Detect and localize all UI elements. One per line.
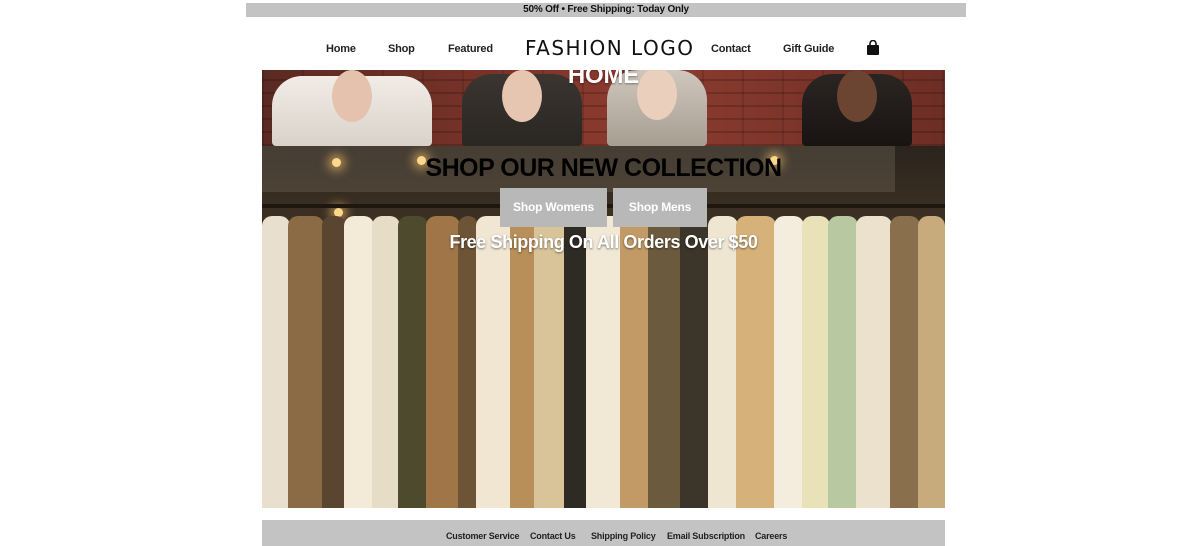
nav-gift-guide[interactable]: Gift Guide bbox=[783, 43, 834, 55]
shop-mens-button[interactable]: Shop Mens bbox=[613, 188, 707, 227]
promo-text: 50% Off • Free Shipping: Today Only bbox=[523, 4, 689, 15]
footer-link-customer-service[interactable]: Customer Service bbox=[446, 531, 520, 541]
page-title: HOME bbox=[567, 70, 640, 89]
site-logo[interactable]: FASHION LOGO bbox=[525, 36, 694, 60]
promo-bar: 50% Off • Free Shipping: Today Only bbox=[246, 3, 966, 17]
shopping-bag-icon[interactable] bbox=[866, 39, 880, 55]
footer-link-careers[interactable]: Careers bbox=[755, 531, 787, 541]
footer-link-email-subscription[interactable]: Email Subscription bbox=[667, 531, 745, 541]
shop-womens-button[interactable]: Shop Womens bbox=[500, 188, 607, 227]
footer-link-contact-us[interactable]: Contact Us bbox=[530, 531, 576, 541]
nav-home[interactable]: Home bbox=[326, 43, 356, 55]
hero-collection-image: SHOP OUR NEW COLLECTION Shop Womens Shop… bbox=[262, 146, 945, 508]
hero-heading: SHOP OUR NEW COLLECTION bbox=[425, 154, 782, 182]
footer-bar: Customer Service Contact Us Shipping Pol… bbox=[262, 520, 945, 546]
site-header: Home Shop Featured FASHION LOGO Contact … bbox=[246, 30, 966, 68]
nav-contact[interactable]: Contact bbox=[711, 43, 751, 55]
footer-link-shipping-policy[interactable]: Shipping Policy bbox=[591, 531, 656, 541]
nav-featured[interactable]: Featured bbox=[448, 43, 493, 55]
nav-shop[interactable]: Shop bbox=[388, 43, 415, 55]
hero-banner-image: HOME bbox=[262, 70, 945, 146]
shipping-note: Free Shipping On All Orders Over $50 bbox=[449, 232, 758, 252]
